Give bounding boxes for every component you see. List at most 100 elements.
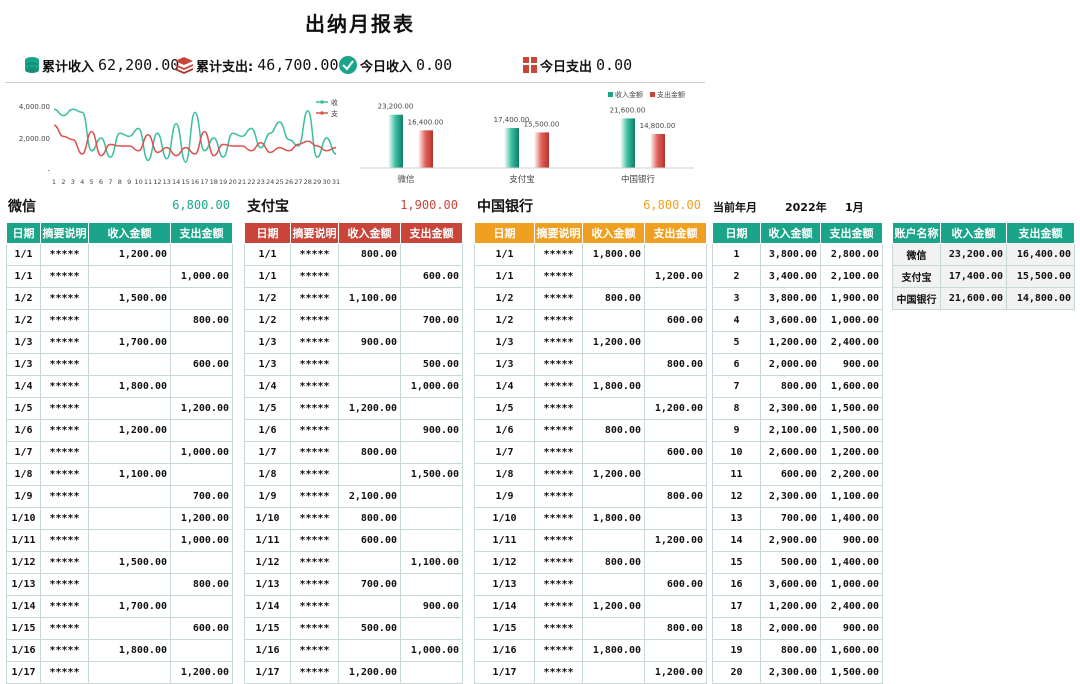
account-balance: 1,900.00 — [400, 198, 458, 212]
x-tick-label: 9 — [127, 178, 131, 186]
table-row: 1/6 ***** 1,200.00 — [6, 419, 233, 442]
table-cell: 1,200.00 — [170, 661, 233, 684]
table-row: 1/7 ***** 600.00 — [474, 441, 707, 464]
table-cell: 1/7 — [244, 441, 291, 464]
table-cell: 1/9 — [244, 485, 291, 508]
table-row: 1/1 ***** 800.00 — [244, 243, 463, 266]
x-tick-label: 15 — [181, 178, 189, 186]
table-cell: 1,500.00 — [820, 419, 883, 442]
table-cell: 1,000.00 — [400, 375, 463, 398]
bar-data-label: 23,200.00 — [378, 103, 414, 111]
bar-income — [620, 118, 635, 168]
table-cell: 800.00 — [338, 243, 401, 266]
table-cell: 1,100.00 — [338, 287, 401, 310]
table-cell: ***** — [534, 287, 583, 310]
table-cell: 1,000.00 — [170, 265, 233, 288]
table-row: 1/1 ***** 1,800.00 — [474, 243, 707, 266]
table-cell: 1,900.00 — [820, 287, 883, 310]
table-cell: 1/3 — [6, 353, 41, 376]
table-cell — [582, 661, 645, 684]
table-cell: 1,200.00 — [88, 419, 171, 442]
table-cell: 1/14 — [244, 595, 291, 618]
table-row: 1/10 ***** 800.00 — [244, 507, 463, 530]
table-cell: 1,200.00 — [338, 397, 401, 420]
x-tick-label: 2 — [61, 178, 65, 186]
col-account: 账户名称 — [892, 222, 941, 244]
table-cell: ***** — [40, 331, 89, 354]
table-cell: 1,000.00 — [820, 573, 883, 596]
table-cell: 2,400.00 — [820, 595, 883, 618]
table-cell — [582, 573, 645, 596]
table-cell: ***** — [534, 529, 583, 552]
table-cell: 1/16 — [244, 639, 291, 662]
table-cell: 1,100.00 — [88, 463, 171, 486]
table-cell: 3,400.00 — [760, 265, 821, 288]
table-cell: 1/1 — [244, 243, 291, 266]
table-cell: 14 — [712, 529, 761, 552]
x-tick-label: 21 — [238, 178, 246, 186]
category-label: 支付宝 — [509, 174, 535, 185]
table-cell — [88, 617, 171, 640]
table-cell: ***** — [290, 419, 339, 442]
table-cell: ***** — [290, 287, 339, 310]
table-cell: 1/2 — [244, 309, 291, 332]
table-row: 1/16 ***** 1,800.00 — [474, 639, 707, 662]
table-cell — [338, 463, 401, 486]
table-row: 1/4 ***** 1,800.00 — [6, 375, 233, 398]
table-cell — [170, 243, 233, 266]
table-cell: 500.00 — [760, 551, 821, 574]
table-cell: 800.00 — [644, 485, 707, 508]
table-cell: ***** — [534, 309, 583, 332]
x-tick-label: 17 — [200, 178, 208, 186]
table-cell: ***** — [290, 243, 339, 266]
table-row: 10 2,600.00 1,200.00 — [712, 441, 883, 464]
table-row: 6 2,000.00 900.00 — [712, 353, 883, 376]
table-cell: 1/13 — [244, 573, 291, 596]
table-row: 支付宝 17,400.00 15,500.00 — [892, 265, 1075, 288]
wechat-header: 微信 6,800.00 — [8, 196, 230, 216]
col-income: 收入金额 — [760, 222, 821, 244]
table-cell — [400, 441, 463, 464]
table-cell: 500.00 — [338, 617, 401, 640]
col-desc: 摘要说明 — [534, 222, 583, 244]
table-cell: 1/12 — [6, 551, 41, 574]
page-title: 出纳月报表 — [305, 12, 415, 36]
table-cell: 1/2 — [474, 309, 535, 332]
x-tick-label: 23 — [257, 178, 265, 186]
coins-icon — [25, 57, 39, 73]
table-cell: ***** — [534, 507, 583, 530]
table-row: 1/1 ***** 600.00 — [244, 265, 463, 288]
x-tick-label: 12 — [153, 178, 161, 186]
table-cell: 2,100.00 — [338, 485, 401, 508]
daily-line-chart: 4,000.002,000.00-1 2 3 4 5 6 7 8 9 10 11 12 13 14 15 16… — [19, 98, 340, 186]
category-label: 微信 — [397, 174, 415, 185]
table-cell — [400, 397, 463, 420]
table-cell: 2,900.00 — [760, 529, 821, 552]
alipay-ledger-table: 日期 摘要说明 收入金额 支出金额 1/1 ***** 800.00 1/1 *****… — [244, 222, 463, 684]
table-cell: ***** — [534, 595, 583, 618]
y-tick-label: 4,000.00 — [19, 103, 50, 111]
col-income: 收入金额 — [940, 222, 1007, 244]
table-row: 1/12 ***** 1,500.00 — [6, 551, 233, 574]
today-income-value: 0.00 — [416, 56, 453, 74]
cum-income-value: 62,200.00 — [98, 56, 180, 74]
table-cell: 1/9 — [474, 485, 535, 508]
table-cell: 1/17 — [6, 661, 41, 684]
table-cell: ***** — [290, 353, 339, 376]
table-cell: 1/5 — [6, 397, 41, 420]
table-row: 1/1 ***** 1,200.00 — [474, 265, 707, 288]
table-cell: ***** — [40, 661, 89, 684]
table-cell: 1/7 — [6, 441, 41, 464]
account-balance: 6,800.00 — [643, 198, 701, 212]
table-row: 1/15 ***** 500.00 — [244, 617, 463, 640]
table-cell: 900.00 — [400, 419, 463, 442]
table-cell — [400, 617, 463, 640]
table-cell — [170, 551, 233, 574]
table-cell: 1,200.00 — [338, 661, 401, 684]
table-cell: ***** — [534, 639, 583, 662]
table-cell: 700.00 — [400, 309, 463, 332]
table-cell: 1,800.00 — [582, 375, 645, 398]
table-cell: 2,300.00 — [760, 485, 821, 508]
x-tick-label: 18 — [210, 178, 218, 186]
table-cell: 900.00 — [338, 331, 401, 354]
